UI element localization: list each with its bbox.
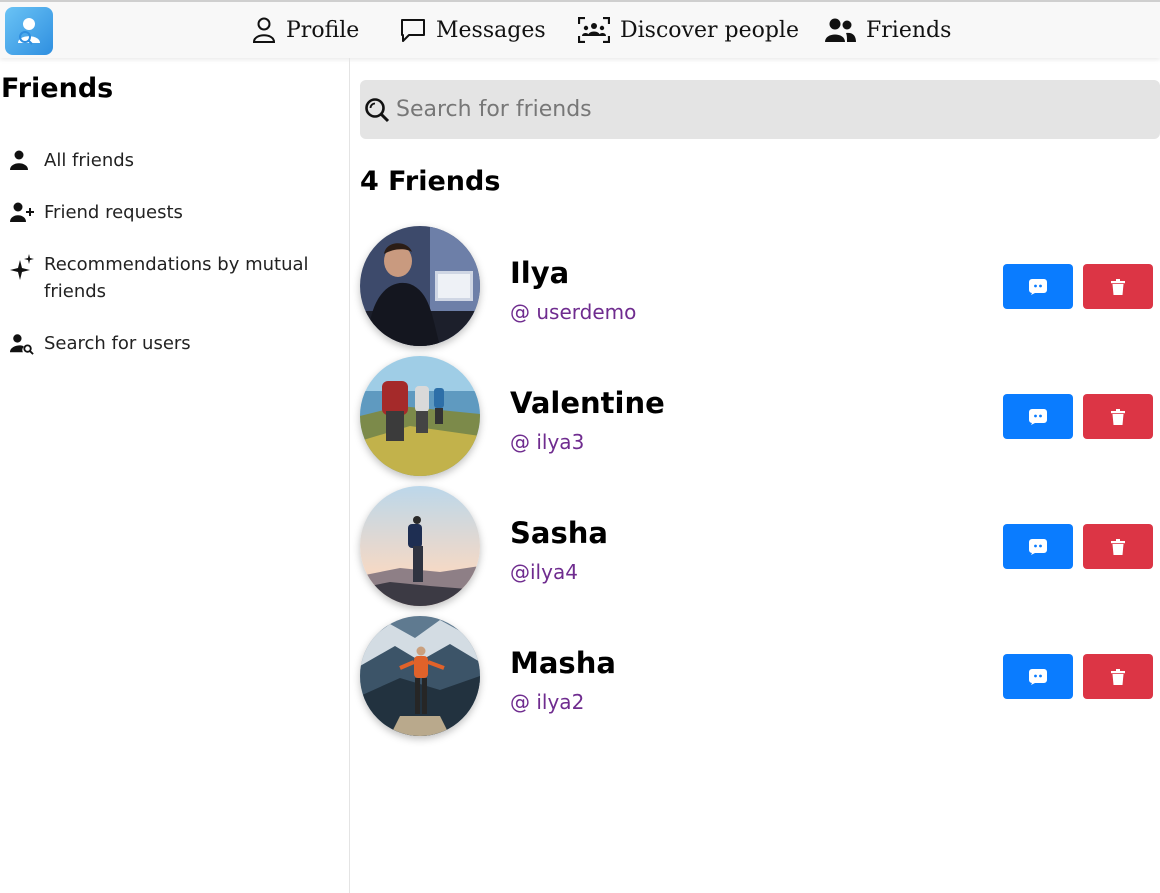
avatar[interactable] xyxy=(360,616,480,736)
friend-row: Ilya @ userdemo xyxy=(360,226,1160,346)
user-search-icon xyxy=(10,333,34,355)
trash-icon xyxy=(1111,538,1125,555)
delete-friend-button[interactable] xyxy=(1083,524,1153,569)
friend-name[interactable]: Ilya xyxy=(510,256,569,290)
avatar-photo xyxy=(360,616,480,736)
sidebar-item-recommendations[interactable]: Recommendations by mutual friends xyxy=(10,251,330,305)
friend-name[interactable]: Sasha xyxy=(510,516,608,550)
delete-friend-button[interactable] xyxy=(1083,264,1153,309)
top-navbar: Profile Messages Discover people Friends xyxy=(0,0,1160,58)
nav-friends-label: Friends xyxy=(866,17,952,43)
chat-icon xyxy=(1029,408,1047,425)
delete-friend-button[interactable] xyxy=(1083,654,1153,699)
people-scan-icon xyxy=(578,17,610,43)
sidebar-item-label: All friends xyxy=(44,150,135,171)
chat-icon xyxy=(1029,278,1047,295)
sparkles-icon xyxy=(10,254,34,280)
friends-count-heading: 4 Friends xyxy=(360,166,501,197)
sidebar-item-search-users[interactable]: Search for users xyxy=(10,330,191,357)
friend-row: Sasha @ilya4 xyxy=(360,486,1160,606)
sidebar-item-friend-requests[interactable]: Friend requests xyxy=(10,199,183,226)
trash-icon xyxy=(1111,408,1125,425)
avatar-photo xyxy=(360,486,480,606)
avatar-photo xyxy=(360,226,480,346)
search-icon xyxy=(364,97,390,123)
friend-handle[interactable]: @ ilya3 xyxy=(510,430,584,454)
nav-discover-label: Discover people xyxy=(620,17,799,43)
app-logo[interactable] xyxy=(5,7,53,55)
sidebar-item-all-friends[interactable]: All friends xyxy=(10,147,134,174)
nav-messages-label: Messages xyxy=(436,17,546,43)
chat-bubble-icon xyxy=(400,17,426,43)
chat-icon xyxy=(1029,668,1047,685)
message-button[interactable] xyxy=(1003,524,1073,569)
friend-row: Valentine @ ilya3 xyxy=(360,356,1160,476)
logo-icon xyxy=(18,18,40,45)
nav-discover[interactable]: Discover people xyxy=(578,14,799,46)
user-outline-icon xyxy=(252,17,276,43)
avatar[interactable] xyxy=(360,226,480,346)
sidebar-item-label: Search for users xyxy=(44,333,191,354)
nav-friends[interactable]: Friends xyxy=(824,14,951,46)
sidebar-title: Friends xyxy=(1,73,114,104)
nav-profile-label: Profile xyxy=(286,17,360,43)
search-input[interactable] xyxy=(396,97,1096,122)
sidebar-item-label: Recommendations by mutual friends xyxy=(44,254,309,302)
friend-name[interactable]: Valentine xyxy=(510,386,665,420)
user-icon xyxy=(10,150,34,170)
message-button[interactable] xyxy=(1003,394,1073,439)
trash-icon xyxy=(1111,278,1125,295)
sidebar-item-label: Friend requests xyxy=(44,202,183,223)
friend-handle[interactable]: @ilya4 xyxy=(510,560,578,584)
friend-name[interactable]: Masha xyxy=(510,646,616,680)
friend-search-bar xyxy=(360,80,1160,139)
user-plus-icon xyxy=(10,202,34,222)
users-icon xyxy=(824,17,856,43)
nav-messages[interactable]: Messages xyxy=(400,14,546,46)
friend-handle[interactable]: @ ilya2 xyxy=(510,690,584,714)
chat-icon xyxy=(1029,538,1047,555)
nav-profile[interactable]: Profile xyxy=(252,14,359,46)
friend-handle[interactable]: @ userdemo xyxy=(510,300,636,324)
sidebar: Friends All friends Friend requests Reco… xyxy=(0,58,350,893)
avatar-photo xyxy=(360,356,480,476)
friend-row: Masha @ ilya2 xyxy=(360,616,1160,736)
message-button[interactable] xyxy=(1003,654,1073,699)
avatar[interactable] xyxy=(360,486,480,606)
trash-icon xyxy=(1111,668,1125,685)
message-button[interactable] xyxy=(1003,264,1073,309)
delete-friend-button[interactable] xyxy=(1083,394,1153,439)
avatar[interactable] xyxy=(360,356,480,476)
